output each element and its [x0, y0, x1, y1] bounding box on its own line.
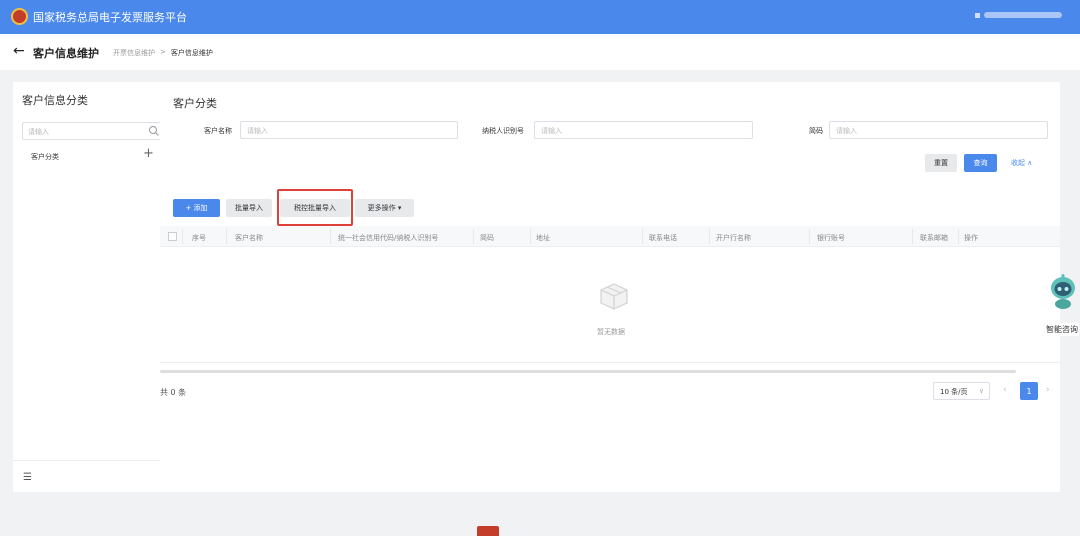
- column-divider: [473, 229, 474, 244]
- reset-button[interactable]: 重置: [925, 154, 957, 172]
- breadcrumb-item-current: 客户信息维护: [170, 49, 213, 57]
- user-name-redacted: [984, 12, 1062, 18]
- section-title: 客户分类: [173, 97, 217, 110]
- column-divider: [226, 229, 227, 244]
- breadcrumb-separator: >: [160, 48, 166, 56]
- column-divider: [530, 229, 531, 244]
- page-header: ← 客户信息维护 开票信息维护 > 客户信息维护: [0, 34, 1080, 70]
- highlight-box: [277, 189, 353, 226]
- column-divider: [809, 229, 810, 244]
- smart-assistant-label[interactable]: 智能咨询: [1045, 323, 1079, 336]
- column-header-short-code: 简码: [480, 234, 494, 242]
- column-header-index: 序号: [192, 234, 206, 242]
- empty-state-text: 暂无数据: [597, 328, 625, 336]
- query-button[interactable]: 查询: [964, 154, 997, 172]
- select-all-checkbox[interactable]: [168, 232, 177, 241]
- taxpayer-id-placeholder: 请输入: [541, 127, 562, 135]
- tax-logo-icon: [11, 8, 28, 25]
- page-number-current[interactable]: 1: [1020, 382, 1038, 400]
- sidebar-title: 客户信息分类: [22, 94, 88, 107]
- column-header-credit-code: 统一社会信用代码/纳税人识别号: [338, 234, 439, 242]
- back-arrow-icon[interactable]: ←: [13, 43, 25, 59]
- batch-import-button[interactable]: 批量导入: [226, 199, 272, 217]
- column-divider: [958, 229, 959, 244]
- column-divider: [330, 229, 331, 244]
- table-header: 序号 客户名称 统一社会信用代码/纳税人识别号 简码 地址 联系电话 开户行名称…: [160, 226, 1060, 247]
- collapse-link[interactable]: 收起 ∧: [1011, 158, 1032, 168]
- page-title: 客户信息维护: [33, 47, 99, 60]
- short-code-input[interactable]: 请输入: [829, 121, 1048, 139]
- column-divider: [642, 229, 643, 244]
- column-header-bank-account: 银行账号: [817, 234, 845, 242]
- add-category-icon[interactable]: +: [143, 146, 154, 161]
- customer-name-input[interactable]: 请输入: [240, 121, 458, 139]
- add-button[interactable]: + 添加: [173, 199, 220, 217]
- filter-label-customer-name: 客户名称: [204, 127, 232, 135]
- column-header-phone: 联系电话: [649, 234, 677, 242]
- total-count: 共 0 条: [160, 388, 187, 397]
- column-header-email: 联系邮箱: [920, 234, 948, 242]
- column-divider: [709, 229, 710, 244]
- empty-box-icon: [600, 283, 628, 310]
- category-sidebar: 客户信息分类 请输入 客户分类 + ☰: [13, 82, 165, 492]
- table-bottom-border: [160, 362, 1060, 363]
- page-size-value: 10 条/页: [940, 388, 968, 396]
- sidebar-search-placeholder: 请输入: [28, 128, 49, 136]
- column-divider: [912, 229, 913, 244]
- robot-avatar-icon: [1051, 274, 1075, 309]
- column-header-bank-name: 开户行名称: [716, 234, 751, 242]
- column-header-actions: 操作: [964, 234, 978, 242]
- page-size-select[interactable]: 10 条/页 ∨: [933, 382, 990, 400]
- customer-name-placeholder: 请输入: [247, 127, 268, 135]
- footer-logo-icon: [477, 526, 499, 536]
- horizontal-scrollbar[interactable]: [160, 370, 1016, 373]
- tree-node-customer-category[interactable]: 客户分类: [31, 152, 59, 162]
- user-info[interactable]: [975, 12, 1062, 18]
- top-bar: 国家税务总局电子发票服务平台: [0, 0, 1080, 34]
- menu-icon[interactable]: ☰: [23, 472, 32, 483]
- sidebar-divider: [13, 460, 160, 461]
- column-divider: [182, 229, 183, 244]
- short-code-placeholder: 请输入: [836, 127, 857, 135]
- breadcrumb-item-billing-maintenance[interactable]: 开票信息维护: [113, 48, 155, 58]
- search-icon[interactable]: [148, 125, 160, 137]
- column-header-customer-name: 客户名称: [235, 234, 263, 242]
- prev-page-button[interactable]: ‹: [1003, 385, 1007, 395]
- taxpayer-id-input[interactable]: 请输入: [534, 121, 753, 139]
- chevron-down-icon: ∨: [978, 387, 984, 395]
- platform-title: 国家税务总局电子发票服务平台: [33, 11, 187, 24]
- column-header-address: 地址: [536, 234, 550, 242]
- filter-label-short-code: 简码: [809, 127, 823, 135]
- sidebar-search-input[interactable]: 请输入: [22, 122, 165, 140]
- breadcrumb: 开票信息维护 > 客户信息维护: [113, 48, 213, 58]
- main-panel: 客户分类 客户名称 请输入 纳税人识别号 请输入 简码 请输入 重置 查询 收起…: [160, 82, 1060, 492]
- more-actions-dropdown[interactable]: 更多操作 ▾: [355, 199, 414, 217]
- smart-assistant-widget[interactable]: 智能咨询: [1044, 272, 1080, 336]
- next-page-button[interactable]: ›: [1046, 385, 1050, 395]
- user-avatar-icon: [975, 12, 980, 18]
- filter-label-taxpayer-id: 纳税人识别号: [482, 127, 524, 135]
